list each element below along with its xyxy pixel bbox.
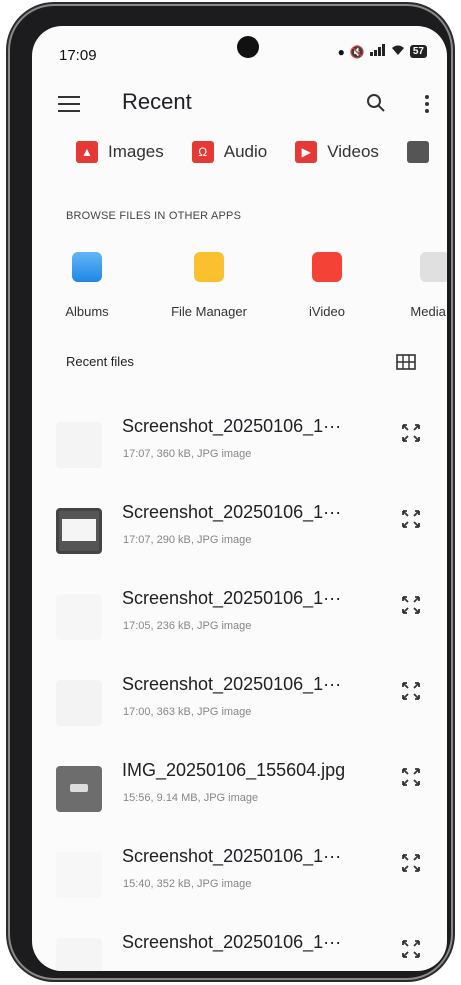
- chip-documents[interactable]: [406, 141, 429, 163]
- play-icon: [312, 252, 342, 282]
- app-ivideo[interactable]: iVideo: [292, 252, 362, 319]
- menu-icon[interactable]: [58, 96, 80, 112]
- app-albums[interactable]: Albums: [52, 252, 122, 319]
- file-thumbnail: [56, 594, 102, 640]
- file-row[interactable]: Screenshot_20250106_1··· 17:05, 236 kB, …: [32, 566, 447, 652]
- file-row[interactable]: Screenshot_20250106_1··· 17:00, 363 kB, …: [32, 652, 447, 738]
- app-media-picker[interactable]: Media pi: [400, 252, 447, 319]
- file-thumbnail: [56, 508, 102, 554]
- headphones-icon: Ω: [191, 141, 214, 163]
- chip-label: Audio: [223, 142, 268, 161]
- expand-icon[interactable]: [400, 594, 422, 621]
- file-meta: 15:40, 352 kB, JPG image: [123, 878, 252, 890]
- expand-icon[interactable]: [400, 766, 422, 793]
- recent-files-heading: Recent files: [66, 354, 134, 369]
- expand-icon[interactable]: [400, 422, 422, 449]
- app-label: Albums: [65, 304, 109, 319]
- phone-frame: 17:09 ● 🔇 57 Recent ▲ Images Ω Audio ▶ V…: [10, 6, 451, 978]
- file-name: Screenshot_20250106_1···: [122, 846, 342, 866]
- search-icon[interactable]: [365, 92, 387, 119]
- file-row[interactable]: IMG_20250106_155604.jpg 15:56, 9.14 MB, …: [32, 738, 447, 824]
- file-row[interactable]: Screenshot_20250106_1··· 17:07, 290 kB, …: [32, 480, 447, 566]
- expand-icon[interactable]: [400, 508, 422, 535]
- file-meta: 17:05, 236 kB, JPG image: [123, 620, 252, 632]
- chip-label: Images: [108, 142, 164, 161]
- browse-heading: BROWSE FILES IN OTHER APPS: [66, 210, 242, 222]
- wifi-icon: [391, 44, 405, 59]
- category-chips: ▲ Images Ω Audio ▶ Videos: [76, 141, 429, 163]
- more-options-icon[interactable]: [424, 94, 430, 119]
- signal-icon: [369, 44, 386, 59]
- file-name: Screenshot_20250106_1···: [122, 502, 342, 522]
- file-thumbnail: [56, 766, 102, 812]
- chip-images[interactable]: ▲ Images: [76, 141, 164, 163]
- file-row[interactable]: Screenshot_20250106_1···: [32, 910, 447, 971]
- file-row[interactable]: Screenshot_20250106_1··· 17:07, 360 kB, …: [32, 394, 447, 480]
- file-thumbnail: [56, 852, 102, 898]
- grid-view-icon[interactable]: [396, 354, 416, 375]
- file-thumbnail: [56, 680, 102, 726]
- albums-icon: [72, 252, 102, 282]
- file-meta: 17:07, 290 kB, JPG image: [123, 534, 252, 546]
- chip-videos[interactable]: ▶ Videos: [295, 141, 379, 163]
- file-meta: 17:07, 360 kB, JPG image: [123, 448, 252, 460]
- document-icon: [406, 141, 429, 163]
- expand-icon[interactable]: [400, 852, 422, 879]
- file-name: Screenshot_20250106_1···: [122, 932, 342, 952]
- expand-icon[interactable]: [400, 680, 422, 707]
- other-apps-row: Albums File Manager iVideo Media pi: [32, 252, 447, 322]
- battery-icon: 57: [409, 45, 427, 58]
- status-bar: 17:09 ● 🔇 57: [32, 26, 447, 78]
- images-icon: ▲: [76, 141, 98, 163]
- status-icons: ● 🔇 57: [338, 44, 427, 59]
- file-thumbnail: [56, 422, 102, 468]
- app-bar: Recent: [32, 84, 447, 128]
- status-time: 17:09: [59, 47, 97, 64]
- mute-icon: 🔇: [349, 44, 365, 59]
- app-file-manager[interactable]: File Manager: [164, 252, 254, 319]
- file-name: Screenshot_20250106_1···: [122, 674, 342, 694]
- file-thumbnail: [56, 938, 102, 971]
- chip-label: Videos: [327, 142, 379, 161]
- chip-audio[interactable]: Ω Audio: [191, 141, 268, 163]
- dnd-icon: ●: [337, 44, 345, 59]
- clapperboard-icon: ▶: [295, 141, 318, 163]
- app-label: File Manager: [171, 304, 247, 319]
- screen: 17:09 ● 🔇 57 Recent ▲ Images Ω Audio ▶ V…: [32, 26, 447, 971]
- file-meta: 17:00, 363 kB, JPG image: [123, 706, 252, 718]
- expand-icon[interactable]: [400, 938, 422, 965]
- file-name: IMG_20250106_155604.jpg: [122, 760, 346, 780]
- app-label: Media pi: [410, 304, 447, 319]
- file-name: Screenshot_20250106_1···: [122, 416, 342, 436]
- app-label: iVideo: [309, 304, 345, 319]
- file-meta: 15:56, 9.14 MB, JPG image: [123, 792, 259, 804]
- file-name: Screenshot_20250106_1···: [122, 588, 342, 608]
- media-picker-icon: [420, 252, 447, 282]
- file-row[interactable]: Screenshot_20250106_1··· 15:40, 352 kB, …: [32, 824, 447, 910]
- page-title: Recent: [122, 89, 192, 114]
- folder-icon: [194, 252, 224, 282]
